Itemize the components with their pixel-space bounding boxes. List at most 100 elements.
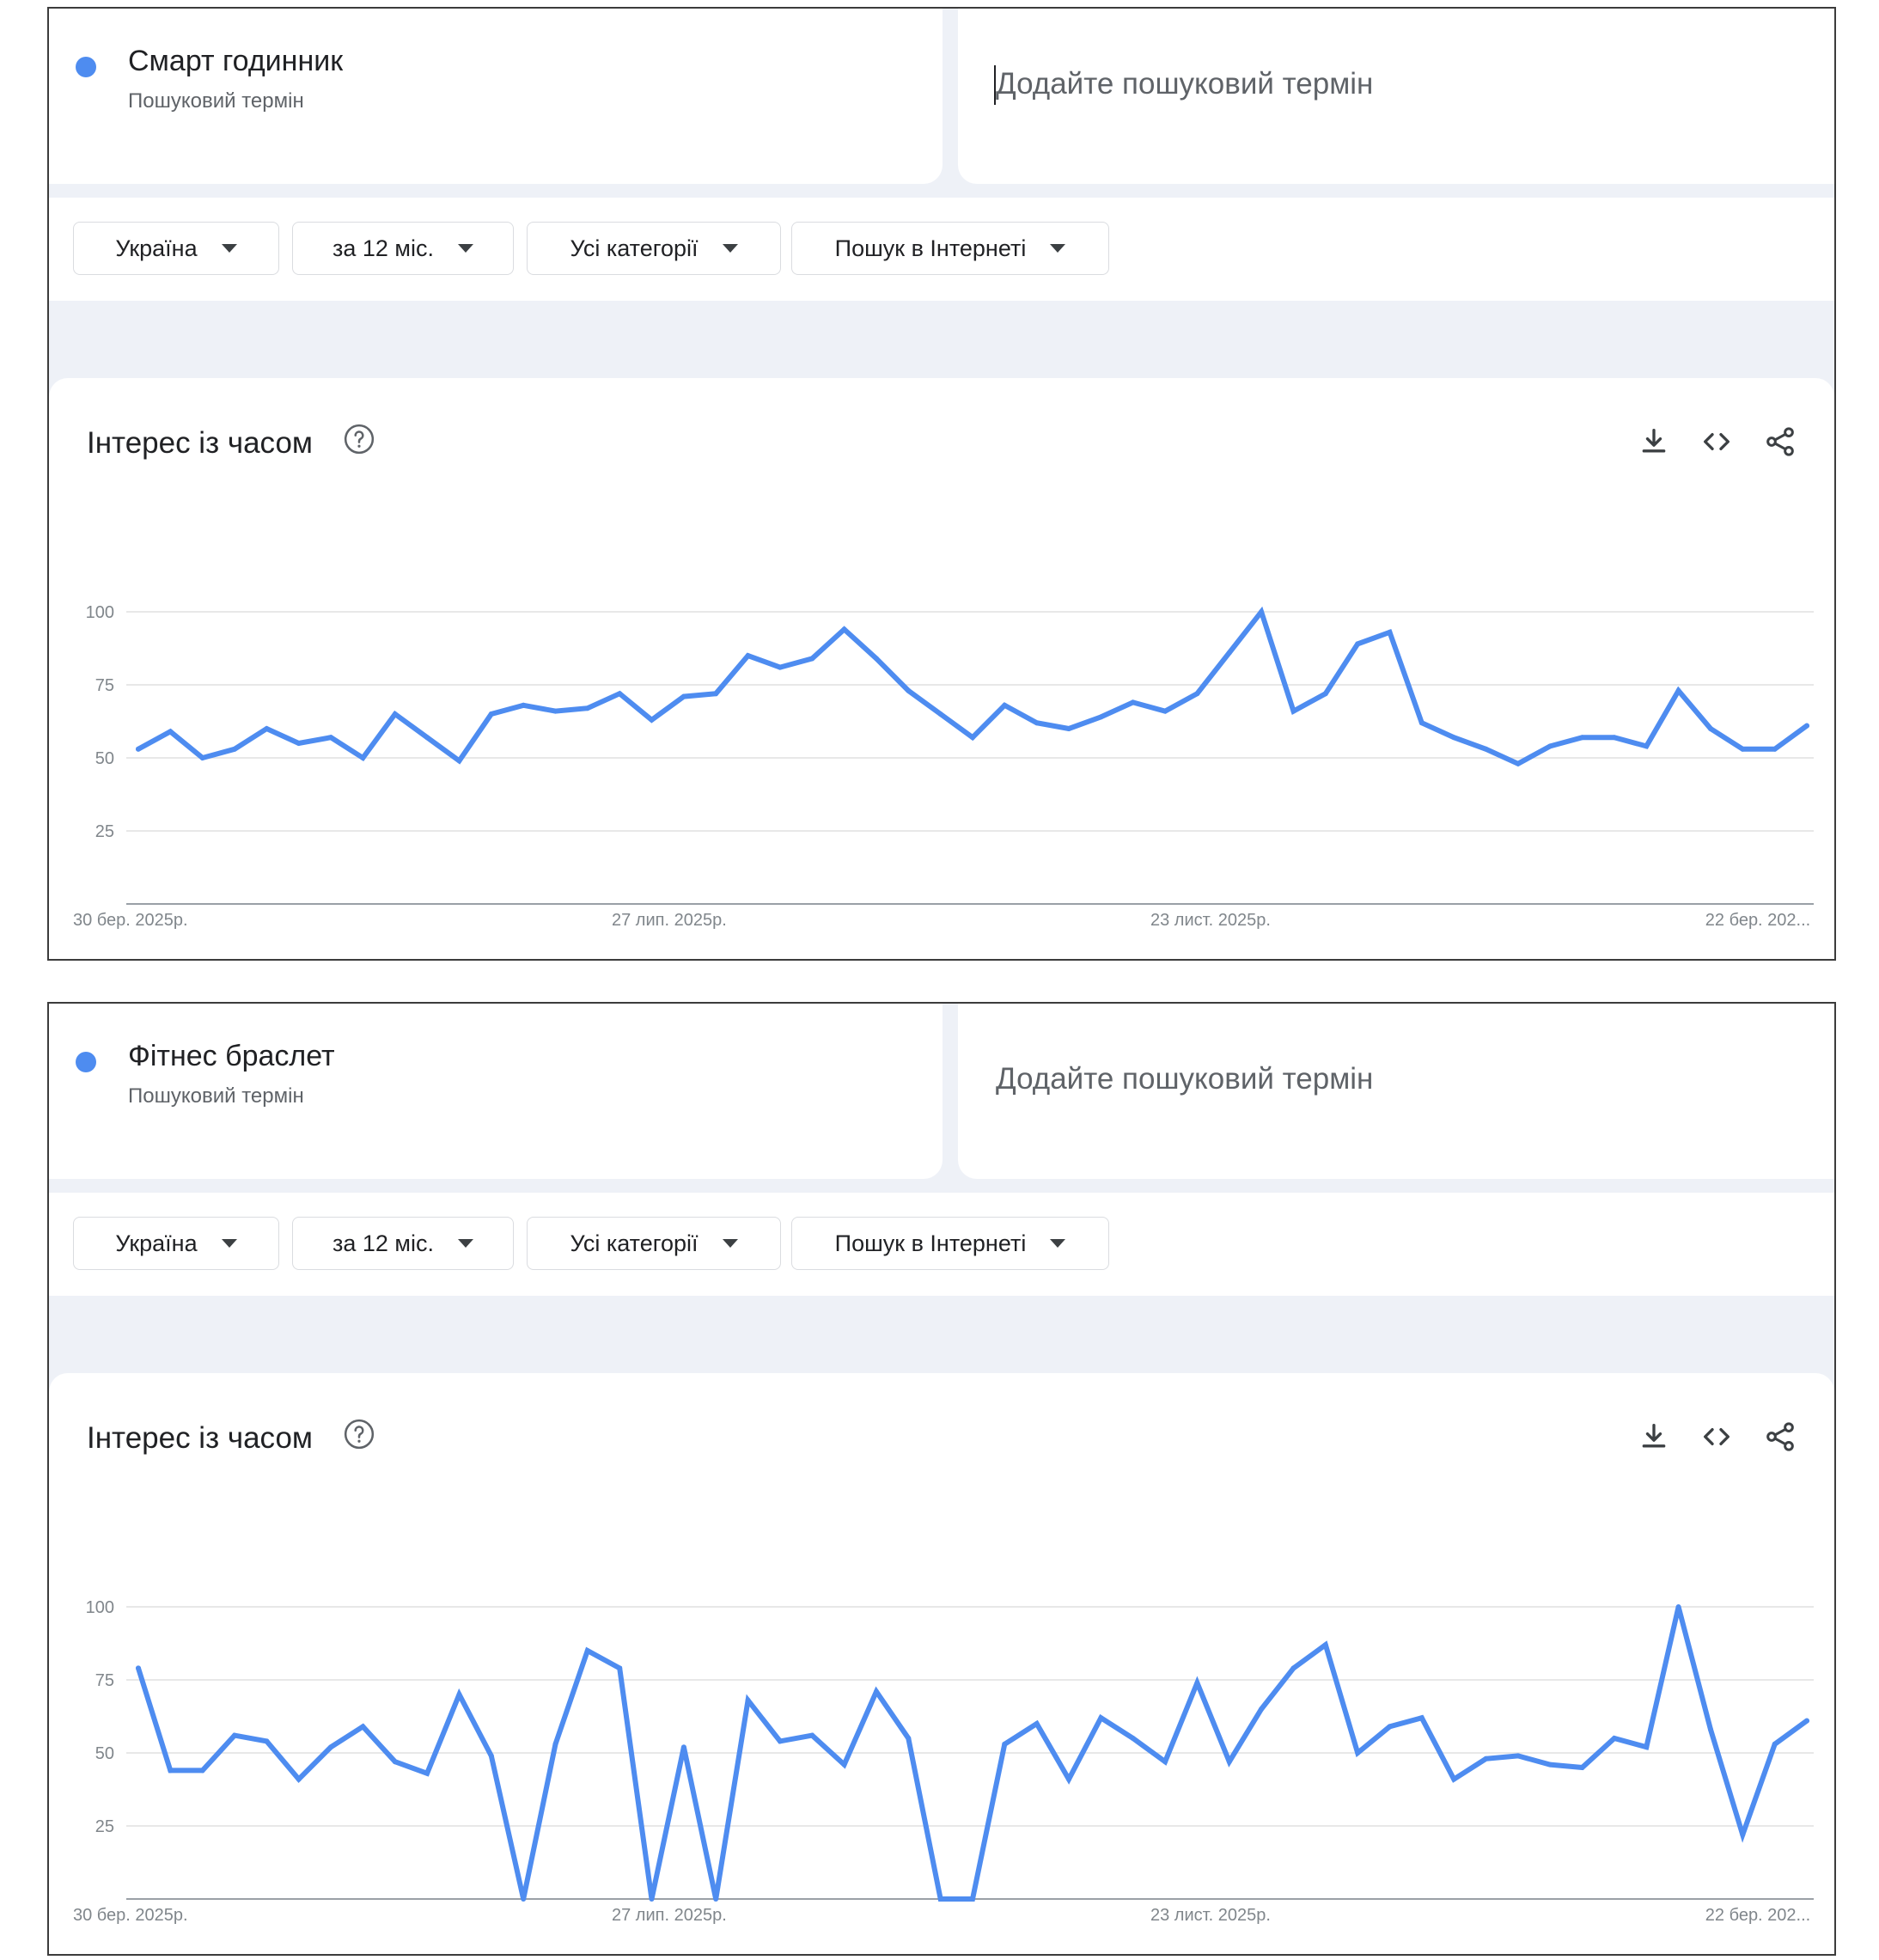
data-point[interactable]	[392, 1759, 398, 1765]
data-point[interactable]	[1804, 723, 1809, 729]
data-point[interactable]	[713, 1896, 719, 1902]
data-point[interactable]	[424, 1770, 430, 1776]
data-point[interactable]	[1579, 1765, 1585, 1770]
series-line[interactable]	[136, 606, 1809, 767]
data-point[interactable]	[1259, 1707, 1265, 1712]
data-point[interactable]	[1804, 1718, 1809, 1724]
data-point[interactable]	[1034, 720, 1040, 726]
region-filter-dropdown[interactable]: Україна	[73, 222, 279, 275]
data-point[interactable]	[1708, 726, 1713, 731]
data-point[interactable]	[1547, 743, 1553, 749]
time-range-filter-dropdown[interactable]: за 12 міс.	[292, 1217, 514, 1270]
data-point[interactable]	[1547, 1762, 1553, 1768]
add-search-term-placeholder[interactable]: Додайте пошуковий термін	[996, 67, 1373, 101]
category-filter-dropdown[interactable]: Усі категорії	[527, 1217, 781, 1270]
data-point[interactable]	[1483, 746, 1489, 752]
data-point[interactable]	[874, 656, 879, 662]
data-point[interactable]	[1418, 1715, 1425, 1721]
data-point[interactable]	[809, 1732, 815, 1738]
data-point[interactable]	[328, 735, 334, 741]
data-point[interactable]	[777, 664, 783, 670]
add-search-term-placeholder[interactable]: Додайте пошуковий термін	[996, 1062, 1373, 1096]
data-point[interactable]	[424, 735, 430, 741]
data-point[interactable]	[649, 717, 655, 723]
data-point[interactable]	[1387, 1724, 1393, 1730]
data-point[interactable]	[970, 735, 975, 741]
data-point[interactable]	[809, 656, 815, 662]
data-point[interactable]	[1451, 1776, 1457, 1782]
data-point[interactable]	[521, 1896, 527, 1902]
data-point[interactable]	[1675, 687, 1681, 693]
data-point[interactable]	[970, 1896, 975, 1902]
data-point[interactable]	[1355, 1750, 1361, 1755]
data-point[interactable]	[552, 708, 558, 714]
data-point[interactable]	[296, 1776, 302, 1782]
data-point[interactable]	[1515, 760, 1521, 766]
data-point[interactable]	[1034, 1721, 1040, 1726]
data-point[interactable]	[360, 1724, 366, 1730]
data-point[interactable]	[199, 1768, 205, 1774]
data-point[interactable]	[264, 1738, 270, 1744]
data-point[interactable]	[906, 1736, 912, 1741]
data-point[interactable]	[456, 758, 462, 764]
data-point[interactable]	[1226, 1759, 1232, 1765]
data-point[interactable]	[1322, 1642, 1328, 1648]
data-point[interactable]	[1098, 714, 1104, 720]
data-point[interactable]	[360, 755, 366, 760]
data-point[interactable]	[841, 1762, 847, 1768]
data-point[interactable]	[1130, 1736, 1136, 1741]
data-point[interactable]	[841, 626, 847, 632]
data-point[interactable]	[1130, 699, 1136, 705]
data-point[interactable]	[680, 1744, 686, 1750]
region-filter-dropdown[interactable]: Україна	[73, 1217, 279, 1270]
data-point[interactable]	[649, 1896, 655, 1902]
data-point[interactable]	[232, 746, 237, 752]
data-point[interactable]	[584, 705, 590, 711]
data-point[interactable]	[488, 1753, 494, 1759]
data-point[interactable]	[264, 726, 270, 731]
data-point[interactable]	[680, 693, 686, 699]
data-point[interactable]	[1772, 746, 1778, 752]
data-point[interactable]	[232, 1732, 237, 1738]
search-type-filter-dropdown[interactable]: Пошук в Інтернеті	[791, 1217, 1109, 1270]
data-point[interactable]	[552, 1741, 558, 1747]
data-point[interactable]	[328, 1744, 334, 1750]
category-filter-dropdown[interactable]: Усі категорії	[527, 222, 781, 275]
data-point[interactable]	[1644, 743, 1650, 749]
data-point[interactable]	[617, 1665, 623, 1671]
data-point[interactable]	[1451, 735, 1457, 741]
data-point[interactable]	[1772, 1741, 1778, 1747]
data-point[interactable]	[1515, 1753, 1521, 1759]
data-point[interactable]	[1740, 746, 1746, 752]
data-point[interactable]	[1611, 1736, 1617, 1741]
time-range-filter-dropdown[interactable]: за 12 міс.	[292, 222, 514, 275]
data-point[interactable]	[1194, 1680, 1200, 1686]
data-point[interactable]	[168, 729, 174, 735]
data-point[interactable]	[1162, 708, 1168, 714]
data-point[interactable]	[488, 711, 494, 717]
data-point[interactable]	[1290, 1665, 1296, 1671]
data-point[interactable]	[136, 746, 141, 752]
data-point[interactable]	[392, 711, 398, 717]
data-point[interactable]	[1226, 650, 1232, 656]
data-point[interactable]	[1002, 702, 1008, 708]
search-term-card[interactable]: Фітнес браслет Пошуковий термін	[49, 1004, 943, 1179]
data-point[interactable]	[906, 687, 912, 693]
search-term-card[interactable]: Смарт годинник Пошуковий термін	[49, 9, 943, 184]
data-point[interactable]	[1066, 1776, 1071, 1782]
data-point[interactable]	[777, 1738, 783, 1744]
search-term-name[interactable]: Смарт годинник	[128, 45, 343, 78]
data-point[interactable]	[937, 711, 943, 717]
data-point[interactable]	[1483, 1755, 1489, 1762]
data-point[interactable]	[1611, 735, 1617, 741]
data-point[interactable]	[937, 1896, 943, 1902]
data-point[interactable]	[1322, 691, 1328, 697]
data-point[interactable]	[521, 702, 527, 708]
data-point[interactable]	[199, 755, 205, 760]
data-point[interactable]	[1066, 726, 1071, 731]
data-point[interactable]	[1259, 609, 1265, 614]
search-type-filter-dropdown[interactable]: Пошук в Інтернеті	[791, 222, 1109, 275]
data-point[interactable]	[745, 653, 751, 658]
data-point[interactable]	[713, 691, 719, 697]
data-point[interactable]	[1002, 1741, 1008, 1747]
